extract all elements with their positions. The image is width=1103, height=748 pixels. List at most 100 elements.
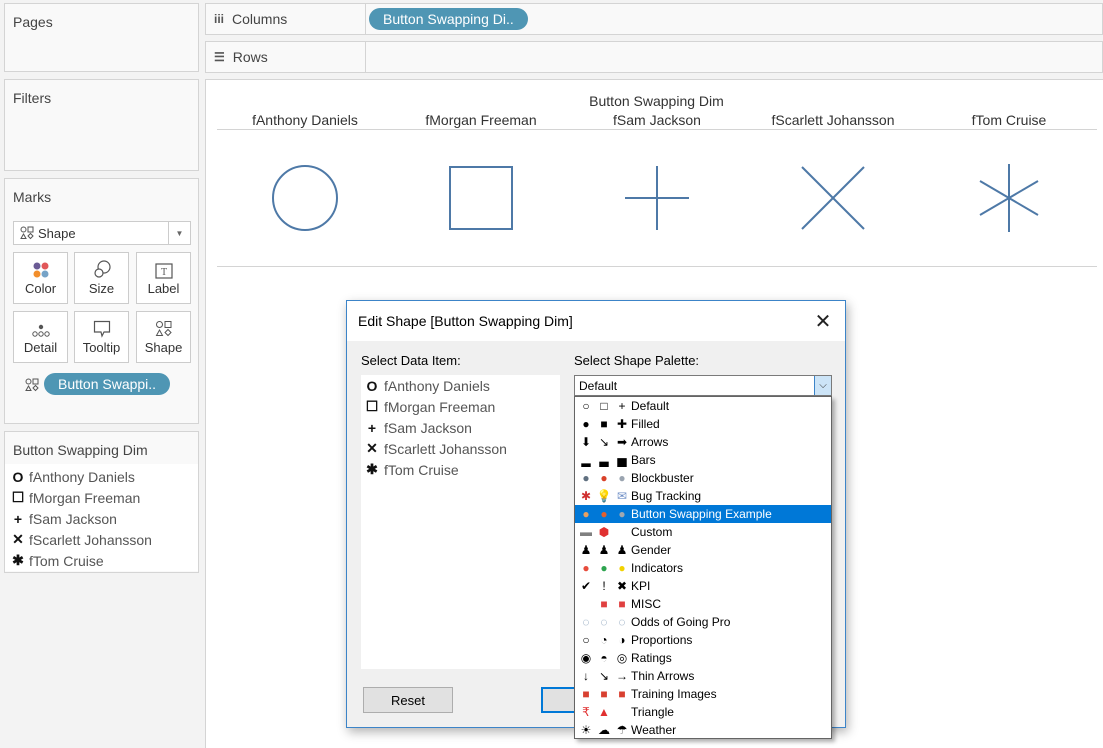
label-label: Label	[147, 281, 180, 296]
data-item-list[interactable]: OfAnthony Daniels ☐ fMorgan Freeman + fSam J…	[361, 375, 560, 669]
shape-palette-dropdown-list[interactable]: ○ □ + Default ● ■ ✚ Filled ⬇ ↘ ➡ Arrows ▂ ▃ ▅ Bars ● ● ● Bl…	[574, 396, 832, 739]
dimension-title: Button Swapping Dim	[589, 93, 724, 109]
shape-icon	[155, 321, 172, 337]
palette-option[interactable]: ⬇ ↘ ➡ Arrows	[575, 433, 831, 451]
palette-option[interactable]: ● ■ ✚ Filled	[575, 415, 831, 433]
marks-title: Marks	[13, 189, 52, 205]
svg-text:T: T	[160, 267, 166, 278]
square-mark[interactable]	[449, 166, 513, 230]
legend-item[interactable]: ☐ fMorgan Freeman	[5, 487, 198, 508]
palette-preview-icons: ▂ ▃ ▅	[577, 453, 631, 467]
rows-icon: ☰	[214, 50, 225, 64]
reset-button[interactable]: Reset	[363, 687, 453, 713]
palette-option[interactable]: ◌ ◌ ◌ Odds of Going Pro	[575, 613, 831, 631]
detail-button[interactable]: Detail	[13, 311, 68, 363]
bottom-divider	[217, 266, 1097, 267]
palette-option[interactable]: ◉ ◓ ◎ Ratings	[575, 649, 831, 667]
palette-option[interactable]: ☀ ☁ ☂ Weather	[575, 721, 831, 739]
data-item-label: fSam Jackson	[384, 419, 472, 436]
palette-option[interactable]: ♟ ♟ ♟ Gender	[575, 541, 831, 559]
data-item[interactable]: ☐ fMorgan Freeman	[361, 396, 560, 417]
chevron-down-icon[interactable]: ⌵	[814, 376, 831, 395]
legend-title: Button Swapping Dim	[5, 432, 198, 464]
palette-option[interactable]: ✱ 💡 ✉ Bug Tracking	[575, 487, 831, 505]
palette-preview-icons: ■ ■ ■	[577, 687, 631, 701]
palette-preview-icon: ●	[582, 417, 590, 431]
marks-area	[272, 164, 1039, 232]
palette-option[interactable]: ● ● ● Indicators	[575, 559, 831, 577]
data-item[interactable]: + fSam Jackson	[361, 417, 560, 438]
palette-preview-icon: →	[616, 669, 628, 683]
columns-field-pill[interactable]: Button Swapping Di..	[369, 8, 528, 30]
palette-preview-icon: ✖	[616, 579, 628, 593]
palette-preview-icon: ◑	[618, 633, 626, 647]
data-item[interactable]: ✕ fScarlett Johansson	[361, 438, 560, 459]
color-icon	[33, 262, 48, 278]
data-item[interactable]: ✱ fTom Cruise	[361, 459, 560, 480]
palette-preview-icons: ↓ ↘ →	[577, 669, 631, 683]
plus-mark[interactable]	[625, 166, 689, 230]
legend-item[interactable]: ✱ fTom Cruise	[5, 550, 198, 571]
asterisk-mark[interactable]	[979, 164, 1039, 232]
palette-option[interactable]: ■ ■ MISC	[575, 595, 831, 613]
legend-list: OfAnthony Daniels ☐ fMorgan Freeman + fSam J…	[5, 464, 198, 571]
palette-preview-icon: ○	[582, 633, 590, 647]
palette-option[interactable]: ● ● ● Blockbuster	[575, 469, 831, 487]
legend-item[interactable]: ✕ fScarlett Johansson	[5, 529, 198, 550]
palette-option-label: Default	[631, 399, 670, 413]
palette-preview-icon: ●	[582, 561, 590, 575]
palette-preview-icon: ▅	[617, 453, 627, 467]
palette-preview-icon: ○	[582, 399, 590, 413]
rows-shelf[interactable]: ☰ Rows	[205, 41, 1103, 73]
shape-field-pill[interactable]: Button Swappi..	[44, 373, 171, 395]
palette-option[interactable]: ■ ■ ■ Training Images	[575, 685, 831, 703]
column-header[interactable]: fAnthony Daniels	[217, 112, 393, 128]
palette-preview-icon: ↘	[598, 669, 610, 683]
palette-option[interactable]: ● ● ● Button Swapping Example	[575, 505, 831, 523]
pages-card[interactable]: Pages	[4, 3, 199, 72]
palette-option[interactable]: ▬ ⬢ Custom	[575, 523, 831, 541]
palette-preview-icons: ● ● ●	[577, 471, 631, 485]
columns-shelf[interactable]: iii Columns Button Swapping Di..	[205, 3, 1103, 35]
palette-preview-icon: ☁	[598, 723, 610, 737]
color-button[interactable]: Color	[13, 252, 68, 304]
legend-item[interactable]: + fSam Jackson	[5, 508, 198, 529]
circle-mark[interactable]	[272, 165, 338, 231]
cross-mark[interactable]	[801, 166, 865, 230]
palette-option[interactable]: ₹ ▲ Triangle	[575, 703, 831, 721]
palette-preview-icon: ●	[582, 471, 590, 485]
filters-card[interactable]: Filters	[4, 79, 199, 171]
palette-option[interactable]: ↓ ↘ → Thin Arrows	[575, 667, 831, 685]
palette-preview-icon: ♟	[580, 543, 592, 557]
shape-palette-select[interactable]: Default ⌵	[574, 375, 832, 396]
shape-button[interactable]: Shape	[136, 311, 191, 363]
column-header[interactable]: fTom Cruise	[921, 112, 1097, 128]
palette-preview-icons: ✱ 💡 ✉	[577, 489, 631, 503]
dialog-titlebar[interactable]: Edit Shape [Button Swapping Dim] ✕	[347, 301, 845, 341]
mark-type-dropdown[interactable]: Shape ▼	[13, 221, 191, 245]
chevron-down-icon[interactable]: ▼	[168, 222, 190, 244]
palette-option[interactable]: ○ □ + Default	[575, 397, 831, 415]
column-header[interactable]: fSam Jackson	[569, 112, 745, 128]
label-button[interactable]: T Label	[136, 252, 191, 304]
palette-preview-icon: ■	[618, 687, 626, 701]
palette-option[interactable]: ✔! ✖ KPI	[575, 577, 831, 595]
palette-preview-icon: ◌	[618, 615, 626, 629]
palette-preview-icon: ▲	[598, 705, 610, 719]
palette-preview-icon: ●	[600, 507, 608, 521]
palette-preview-icons: ○ □ +	[577, 399, 631, 413]
palette-option[interactable]: ○ ◔ ◑ Proportions	[575, 631, 831, 649]
column-header[interactable]: fMorgan Freeman	[393, 112, 569, 128]
column-header[interactable]: fScarlett Johansson	[745, 112, 921, 128]
palette-preview-icon: !	[602, 579, 606, 593]
palette-option-label: Custom	[631, 525, 673, 539]
tooltip-button[interactable]: Tooltip	[74, 311, 129, 363]
palette-option-label: Ratings	[631, 651, 672, 665]
data-item[interactable]: OfAnthony Daniels	[361, 375, 560, 396]
palette-preview-icon: ⬇	[580, 435, 592, 449]
palette-option[interactable]: ▂ ▃ ▅ Bars	[575, 451, 831, 469]
size-button[interactable]: Size	[74, 252, 129, 304]
legend-item[interactable]: OfAnthony Daniels	[5, 466, 198, 487]
palette-preview-icon: ☂	[616, 723, 628, 737]
close-icon[interactable]: ✕	[811, 309, 835, 333]
